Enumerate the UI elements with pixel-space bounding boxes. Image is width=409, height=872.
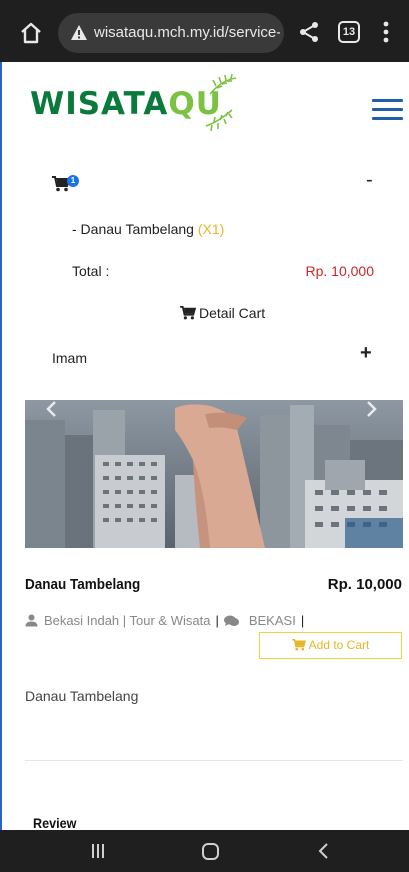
- browser-bar: wisataqu.mch.my.id/service-detail 13: [0, 0, 409, 62]
- tabs-icon[interactable]: 13: [338, 21, 360, 43]
- android-nav-bar: [0, 830, 409, 872]
- meta-separator: |: [215, 613, 219, 628]
- cart-count-badge: 1: [67, 175, 79, 187]
- meta-separator: |: [300, 613, 305, 628]
- hamburger-icon[interactable]: [372, 99, 403, 121]
- product-meta: Bekasi Indah | Tour & Wisata | BEKASI |: [25, 613, 309, 628]
- cart-item-name: - Danau Tambelang: [72, 221, 194, 237]
- product-price: Rp. 10,000: [327, 576, 402, 593]
- logo-text: WISATAQU: [30, 86, 222, 122]
- cart-item: - Danau Tambelang (X1): [72, 221, 224, 237]
- cart-collapse-button[interactable]: -: [366, 170, 380, 190]
- product-city[interactable]: BEKASI: [249, 613, 296, 628]
- url-text: wisataqu.mch.my.id/service-detail: [94, 24, 280, 41]
- share-icon[interactable]: [297, 20, 321, 44]
- product-description: Danau Tambelang: [25, 688, 139, 704]
- product-hero-image: [25, 400, 403, 548]
- cart-icon: [180, 306, 197, 320]
- recent-apps-icon[interactable]: [91, 844, 105, 858]
- detail-cart-link[interactable]: Detail Cart: [180, 305, 265, 321]
- cart-icon: [291, 639, 306, 651]
- comments-icon: [223, 615, 239, 626]
- nav-back-icon[interactable]: [318, 843, 330, 859]
- chevron-right-icon[interactable]: [364, 401, 378, 417]
- chevron-left-icon[interactable]: [45, 401, 59, 417]
- nav-home-icon[interactable]: [202, 843, 219, 860]
- divider: [25, 760, 403, 761]
- user-expand-button[interactable]: +: [360, 343, 372, 363]
- site-logo[interactable]: WISATAQU: [30, 72, 250, 136]
- total-value: Rp. 10,000: [305, 263, 375, 279]
- cart-item-qty: (X1): [197, 221, 225, 237]
- user-name: Imam: [52, 350, 87, 366]
- product-vendor[interactable]: Bekasi Indah | Tour & Wisata: [44, 613, 210, 628]
- warning-icon: [70, 24, 88, 42]
- product-name: Danau Tambelang: [25, 576, 141, 593]
- url-bar[interactable]: wisataqu.mch.my.id/service-detail: [58, 13, 284, 53]
- home-icon[interactable]: [18, 20, 44, 46]
- add-to-cart-button[interactable]: Add to Cart: [259, 632, 402, 659]
- review-heading: Review: [33, 815, 77, 831]
- more-vert-icon[interactable]: [382, 20, 390, 44]
- left-edge-inner: [2, 0, 9, 872]
- total-label: Total :: [72, 263, 110, 279]
- user-icon: [25, 614, 38, 627]
